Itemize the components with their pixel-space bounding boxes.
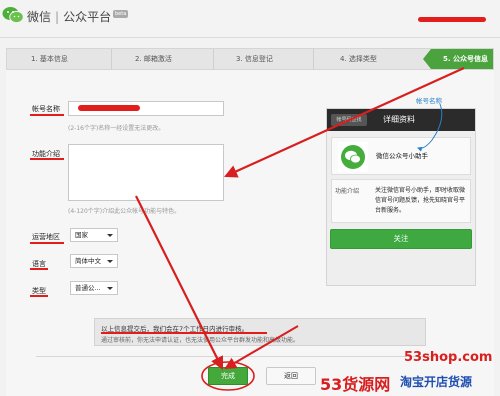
chevron-down-icon <box>107 287 113 290</box>
type-select[interactable]: 普通公... <box>70 281 118 295</box>
progress-steps: 1. 基本信息 2. 邮箱激活 3. 信息登记 4. 选择类型 5. 公众号信息 <box>6 48 494 70</box>
preview-back-button[interactable]: 帐号码查找 <box>331 114 367 126</box>
preview-account-name: 微信公众号小助手 <box>376 152 428 160</box>
annotation-underline <box>30 268 48 270</box>
account-name-callout: 帐号名称 <box>416 97 442 105</box>
step-divider <box>213 49 214 69</box>
wechat-avatar-icon <box>338 142 368 172</box>
type-value: 普通公... <box>75 284 101 292</box>
step-divider <box>111 49 112 69</box>
language-value: 简体中文 <box>75 257 101 265</box>
top-header: 微信 | 公众平台 beta <box>0 0 500 38</box>
annotation-underline <box>30 158 64 160</box>
intro-textarea[interactable] <box>68 144 224 201</box>
redacted-account-name <box>78 105 140 111</box>
preview-description-box: 功能介绍 关注微信官号小助手，即时收取微信官号问题反馈，抢先知晓官号平台新服务。 <box>331 179 471 223</box>
brand-name: 微信 <box>27 10 52 24</box>
brand-title: 微信 | 公众平台 <box>27 8 111 25</box>
brand-subtitle: 公众平台 <box>63 10 112 24</box>
chevron-down-icon <box>107 260 113 263</box>
annotation-underline <box>101 332 267 334</box>
footer-divider <box>36 356 456 357</box>
step-divider <box>313 49 314 69</box>
preview-desc-text: 关注微信官号小助手，即时收取微信官号问题反馈，抢先知晓官号平台新服务。 <box>375 187 466 214</box>
step-email-activation: 2. 邮箱激活 <box>135 55 172 63</box>
watermark-slogan: 淘宝开店货源 <box>400 375 473 389</box>
preview-account-card: 微信公众号小助手 <box>331 137 471 175</box>
chevron-down-icon <box>107 234 113 237</box>
annotation-underline <box>30 114 64 116</box>
redacted-username[interactable] <box>418 17 486 22</box>
review-notice: 以上信息提交后，我们会在7个工作日内进行审核。 通过审核前，你无法申请认证，也无… <box>94 318 426 346</box>
wechat-logo-icon <box>2 7 24 24</box>
preview-titlebar: 帐号码查找 详细资料 <box>327 109 475 131</box>
watermark-url: 53shop.com <box>404 350 493 365</box>
step-choose-type: 4. 选择类型 <box>340 55 377 63</box>
profile-preview: 帐号码查找 详细资料 微信公众号小助手 功能介绍 关注微信官号小助手，即时收取微… <box>326 108 476 286</box>
account-name-hint: (2-16个字)名称一经设置无法更改。 <box>68 125 165 132</box>
intro-hint: (4-120个字)介绍此公众帐号功能与特色。 <box>68 208 181 215</box>
brand-separator: | <box>55 10 60 24</box>
language-select[interactable]: 简体中文 <box>70 254 118 268</box>
preview-title: 详细资料 <box>383 115 415 124</box>
notice-line-2: 通过审核前，你无法申请认证，也无法使用公众平台群发功能和高级功能。 <box>101 337 300 344</box>
region-select[interactable]: 国家 <box>70 228 118 242</box>
step-basic-info: 1. 基本信息 <box>31 55 68 63</box>
step-info-registration: 3. 信息登记 <box>236 55 273 63</box>
step-account-info: 5. 公众号信息 <box>443 55 488 63</box>
region-value: 国家 <box>75 231 88 239</box>
active-step-arrow <box>423 49 431 69</box>
preview-desc-label: 功能介绍 <box>335 188 360 195</box>
account-name-label: 帐号名称 <box>32 105 60 113</box>
watermark-brand: 53货源网 <box>320 375 391 394</box>
back-button[interactable]: 返回 <box>266 367 316 385</box>
annotation-underline <box>30 242 64 244</box>
region-label: 运营地区 <box>32 233 60 241</box>
preview-follow-button[interactable]: 关注 <box>330 229 472 249</box>
annotation-underline <box>30 295 48 297</box>
done-button[interactable]: 完成 <box>208 367 248 385</box>
beta-badge: beta <box>113 10 129 18</box>
